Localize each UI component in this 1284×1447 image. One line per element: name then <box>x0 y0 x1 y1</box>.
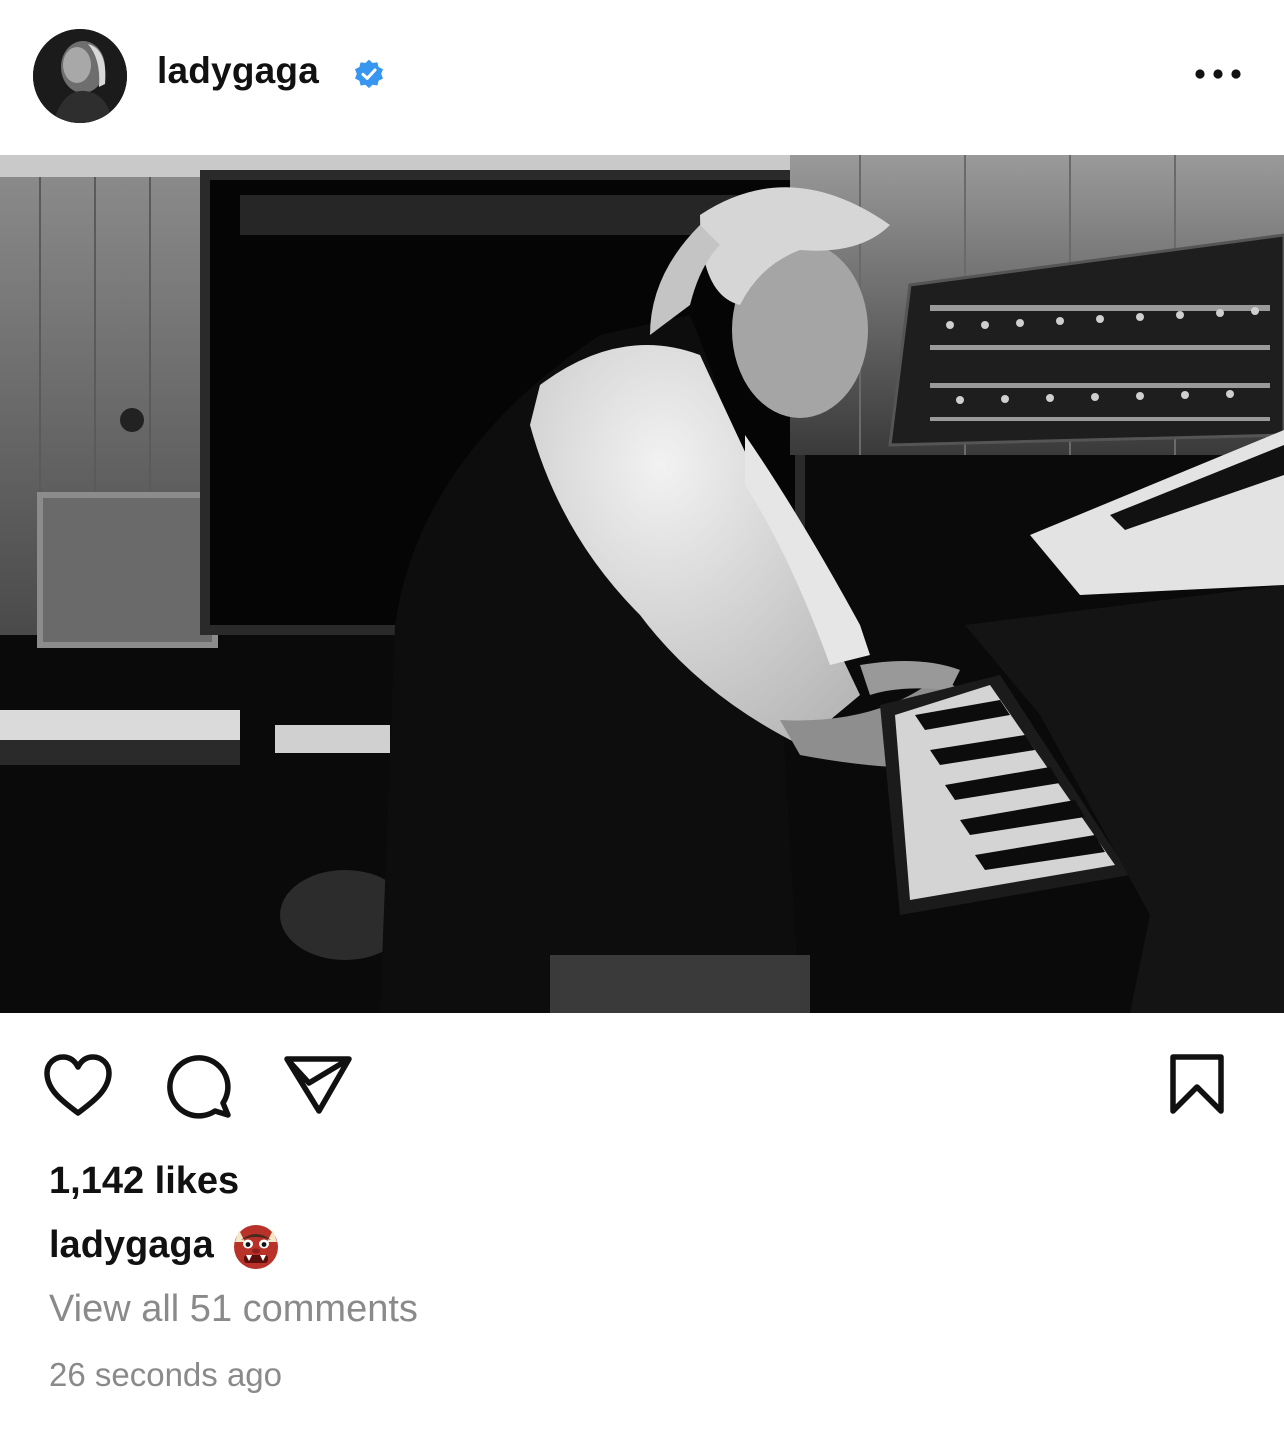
view-comments-link[interactable]: View all 51 comments <box>49 1288 418 1331</box>
post-username[interactable]: ladygaga <box>157 50 319 92</box>
heart-icon <box>44 1054 112 1116</box>
share-button[interactable] <box>283 1053 353 1117</box>
post-image[interactable] <box>0 155 1284 1013</box>
comment-icon <box>167 1055 231 1119</box>
caption-username[interactable]: ladygaga <box>49 1224 214 1267</box>
send-icon <box>284 1056 352 1114</box>
avatar[interactable] <box>33 29 127 123</box>
comment-button[interactable] <box>165 1053 233 1119</box>
bookmark-icon <box>1170 1054 1224 1114</box>
action-bar <box>0 1013 1284 1153</box>
post-timestamp: 26 seconds ago <box>49 1356 283 1393</box>
ogre-emoji <box>233 1225 278 1269</box>
post-header: ladygaga <box>0 0 1284 155</box>
save-button[interactable] <box>1168 1053 1226 1117</box>
avatar-image <box>33 29 127 123</box>
more-options-icon <box>1195 69 1241 79</box>
likes-count[interactable]: 1,142 likes <box>49 1160 239 1203</box>
caption: ladygaga <box>49 1220 281 1270</box>
verified-badge-icon <box>355 59 383 89</box>
studio-photo <box>0 155 1284 1013</box>
more-options-button[interactable] <box>1188 56 1248 92</box>
like-button[interactable] <box>43 1053 113 1117</box>
